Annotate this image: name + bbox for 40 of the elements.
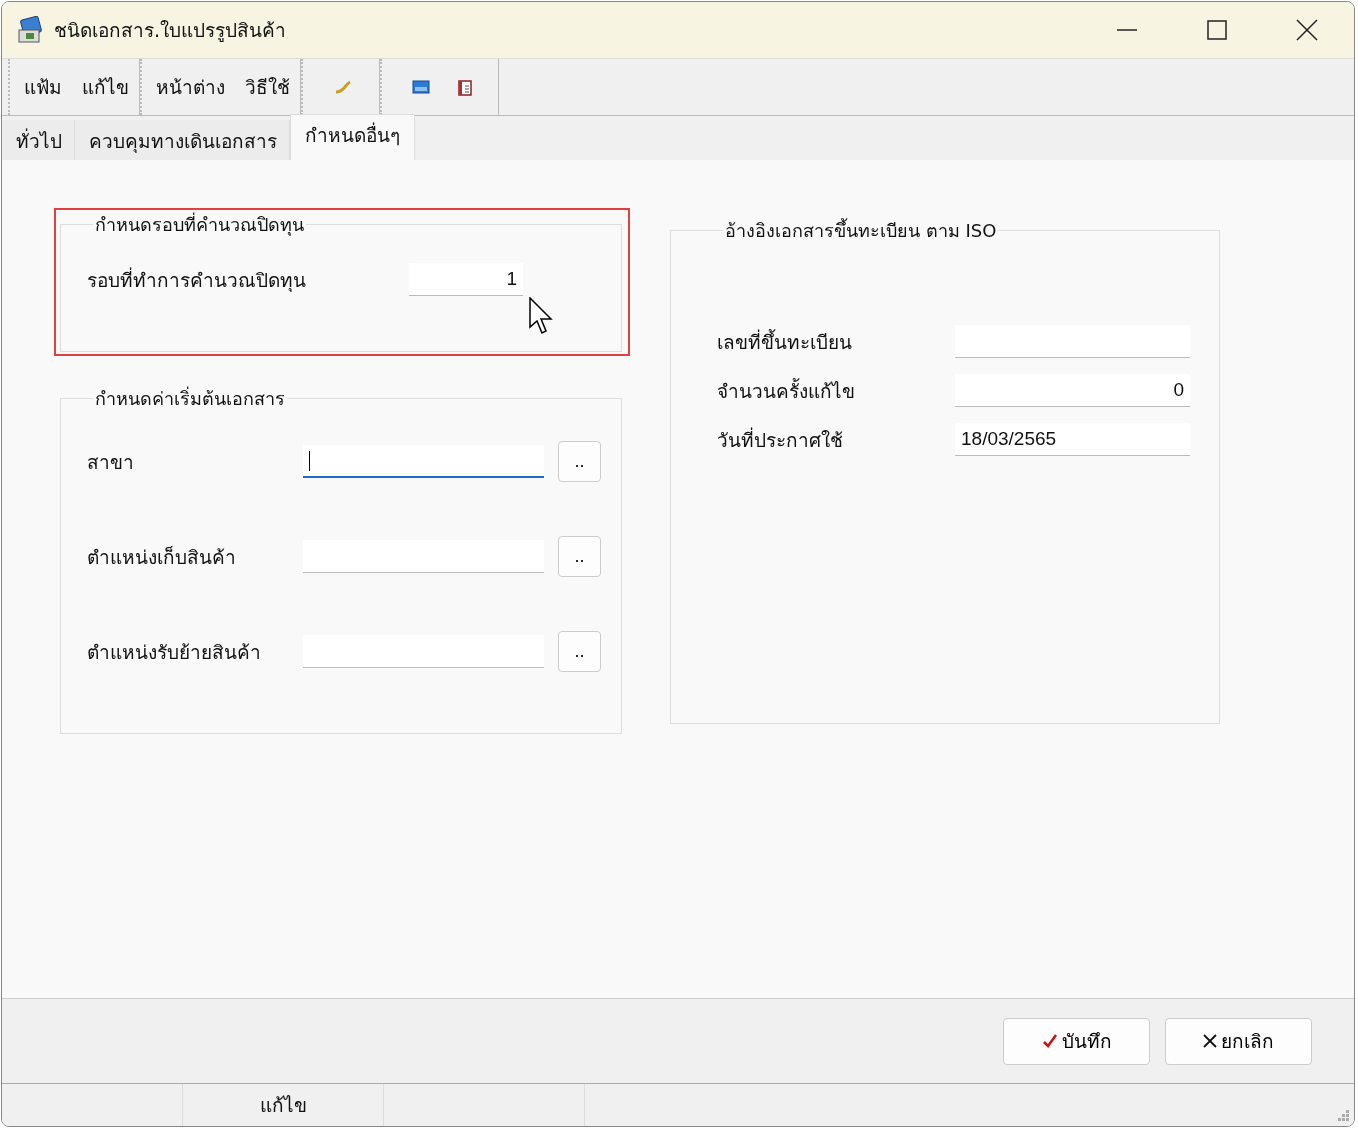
window-title: ชนิดเอกสาร.ใบแปรรูปสินค้า: [54, 18, 287, 44]
field-label: วันที่ประกาศใช้: [717, 426, 844, 453]
tab[interactable]: ทั่วไป: [2, 120, 75, 160]
menu-item[interactable]: วิธีใช้: [245, 72, 290, 102]
status-text: แก้ไข: [183, 1084, 384, 1126]
menu-item[interactable]: แฟ้ม: [24, 72, 62, 102]
cancel-button[interactable]: ยกเลิก: [1165, 1017, 1312, 1065]
input-field[interactable]: 1: [409, 263, 523, 296]
input-field[interactable]: [303, 445, 544, 478]
input-field[interactable]: 18/03/2565: [955, 423, 1190, 456]
close-icon[interactable]: [1296, 19, 1318, 41]
field-label: ตำแหน่งรับย้ายสินค้า: [87, 639, 262, 665]
input-field[interactable]: [955, 325, 1190, 358]
tab[interactable]: ควบคุมทางเดินเอกสาร: [75, 120, 290, 160]
tab[interactable]: กำหนดอื่นๆ: [290, 114, 415, 160]
browse-button[interactable]: ..: [558, 631, 601, 672]
input-field[interactable]: [303, 635, 544, 668]
field-label: จำนวนครั้งแก้ไข: [717, 377, 856, 404]
close-icon: [1203, 1034, 1217, 1048]
input-field[interactable]: [303, 540, 544, 573]
field-label: สาขา: [87, 449, 135, 475]
input-field[interactable]: 0: [955, 374, 1190, 407]
group-title: กำหนดรอบที่คำนวณปิดทุน: [94, 211, 305, 238]
group-title: กำหนดค่าเริ่มต้นเอกสาร: [94, 385, 286, 411]
menu-item[interactable]: หน้าต่าง: [156, 72, 225, 102]
field-label: เลขที่ขึ้นทะเบียน: [717, 328, 853, 355]
menu-item[interactable]: แก้ไข: [82, 72, 129, 102]
field-label: ตำแหน่งเก็บสินค้า: [87, 544, 237, 570]
group-title: อ้างอิงเอกสารขึ้นทะเบียน ตาม ISO: [724, 217, 998, 243]
maximize-icon[interactable]: [1206, 19, 1228, 41]
browse-button[interactable]: ..: [558, 536, 601, 577]
field-label: รอบที่ทำการคำนวณปิดทุน: [87, 266, 307, 294]
browse-button[interactable]: ..: [558, 441, 601, 482]
save-button[interactable]: บันทึก: [1003, 1017, 1150, 1065]
resize-grip-icon[interactable]: [1336, 1108, 1350, 1122]
mouse-pointer-icon: [529, 297, 555, 337]
calculator-icon[interactable]: [412, 80, 430, 94]
calendar-icon[interactable]: [458, 78, 472, 96]
calculator-icon: [16, 16, 44, 44]
checkmark-icon: [1041, 1033, 1058, 1049]
